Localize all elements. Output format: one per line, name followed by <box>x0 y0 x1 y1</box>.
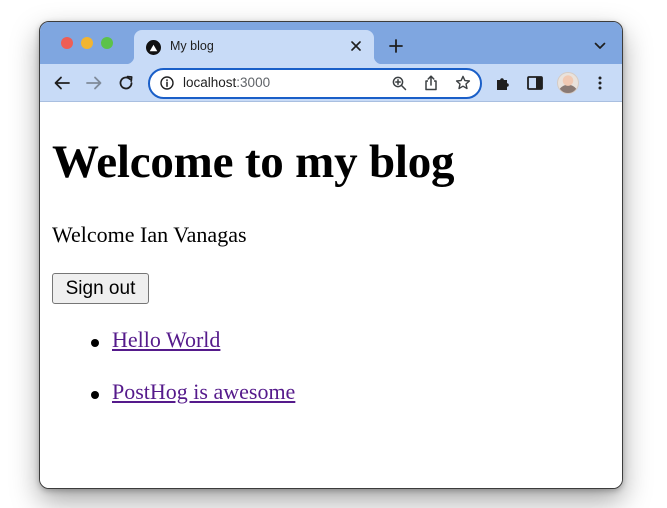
post-link-posthog-is-awesome[interactable]: PostHog is awesome <box>112 379 295 405</box>
bullet <box>91 339 99 347</box>
close-window-button[interactable] <box>61 37 73 49</box>
post-link-hello-world[interactable]: Hello World <box>112 327 220 353</box>
url-port: :3000 <box>236 75 271 90</box>
kebab-menu-icon[interactable] <box>589 72 611 94</box>
welcome-message: Welcome Ian Vanagas <box>52 222 247 247</box>
tab-title: My blog <box>170 39 214 53</box>
close-icon[interactable] <box>348 38 364 54</box>
bullet <box>91 391 99 399</box>
side-panel-icon[interactable] <box>524 72 546 94</box>
url-host: localhost <box>183 75 237 90</box>
profile-avatar[interactable] <box>557 72 579 94</box>
puzzle-icon[interactable] <box>492 72 514 94</box>
minimize-window-button[interactable] <box>81 37 93 49</box>
browser-toolbar: localhost:3000 <box>40 64 622 102</box>
sign-out-button[interactable]: Sign out <box>52 273 149 304</box>
page-content: Welcome to my blog Welcome Ian Vanagas S… <box>40 102 622 488</box>
share-icon[interactable] <box>422 74 440 92</box>
tab-strip: My blog <box>40 22 622 64</box>
tab-my-blog[interactable]: My blog <box>126 30 382 64</box>
browser-window: My blog localhost:3000 Welcome to my blo… <box>39 21 623 489</box>
chevron-down-icon[interactable] <box>592 38 608 54</box>
reload-icon[interactable] <box>115 72 137 94</box>
zoom-icon[interactable] <box>390 74 408 92</box>
info-icon[interactable] <box>159 75 175 91</box>
url-text[interactable]: localhost:3000 <box>183 75 270 90</box>
nextjs-favicon-icon <box>146 40 161 55</box>
maximize-window-button[interactable] <box>101 37 113 49</box>
page-title: Welcome to my blog <box>52 136 455 188</box>
address-bar[interactable]: localhost:3000 <box>148 68 482 99</box>
star-icon[interactable] <box>454 74 472 92</box>
plus-icon[interactable] <box>386 36 406 56</box>
back-arrow-icon[interactable] <box>51 72 73 94</box>
forward-arrow-icon[interactable] <box>83 72 105 94</box>
